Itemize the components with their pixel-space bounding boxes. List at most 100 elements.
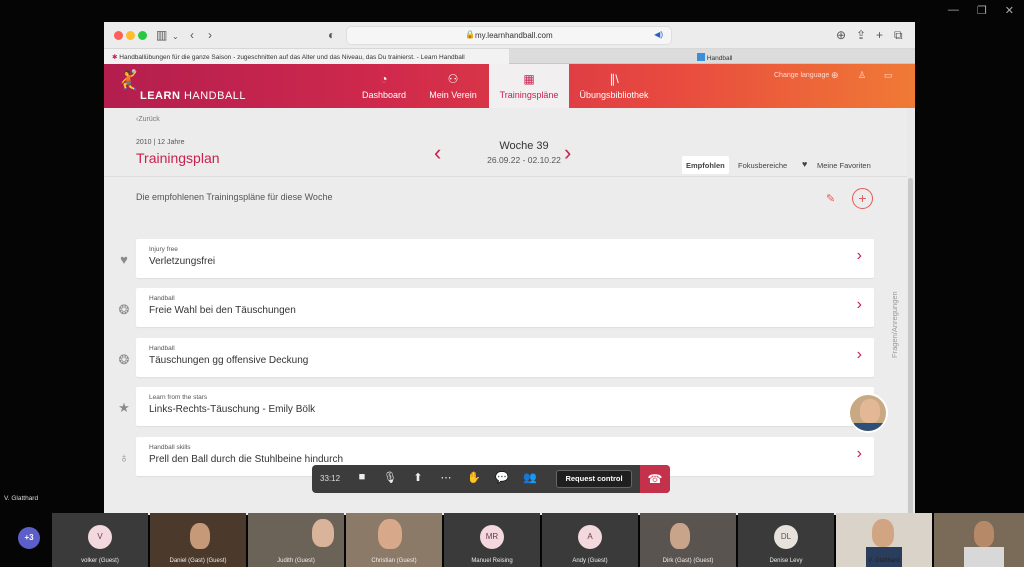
plan-card[interactable]: Handball Täuschungen gg offensive Deckun… bbox=[136, 338, 874, 377]
tab-bar: ✱ Handballübungen für die ganze Saison -… bbox=[104, 49, 915, 64]
heart-pulse-icon: ♥ bbox=[120, 252, 128, 267]
sidebar-icon[interactable]: ▥ bbox=[156, 28, 167, 42]
share-icon[interactable]: ⇪ bbox=[856, 28, 866, 42]
participant-name: volker (Guest) bbox=[81, 558, 119, 564]
training-plan-page: ‹Zurück 2010 | 12 Jahre Trainingsplan ‹ … bbox=[104, 108, 913, 515]
medal-icon: ♁ bbox=[119, 450, 129, 465]
back-icon[interactable]: ‹ bbox=[190, 28, 194, 42]
participant-tile[interactable]: V volker (Guest) bbox=[52, 513, 148, 567]
site-header: 🤾 LEARN HANDBALL ◔ Dashboard ⚇ Mein Vere… bbox=[104, 64, 915, 108]
participants-icon[interactable]: 👥 bbox=[520, 471, 540, 484]
favicon-icon bbox=[697, 53, 705, 61]
intro-text: Die empfohlenen Trainingspläne für diese… bbox=[136, 192, 333, 202]
message-icon[interactable]: ▭ bbox=[884, 70, 893, 81]
more-participants-button[interactable]: +3 bbox=[18, 527, 40, 549]
plan-card[interactable]: Learn from the stars Links-Rechts-Täusch… bbox=[136, 387, 874, 426]
self-name-label: V. Glatthard bbox=[4, 495, 39, 502]
participant-tile[interactable]: Judith (Guest) bbox=[248, 513, 344, 567]
share-screen-icon[interactable]: ⬆ bbox=[408, 471, 428, 484]
camera-icon[interactable]: ■ bbox=[352, 471, 372, 483]
nav-trainingsplaene[interactable]: ▦ Trainingspläne bbox=[489, 64, 569, 108]
forward-icon[interactable]: › bbox=[208, 28, 212, 42]
chevron-right-icon[interactable]: › bbox=[857, 296, 862, 314]
scrollbar[interactable] bbox=[908, 178, 913, 515]
nav-mein-verein[interactable]: ⚇ Mein Verein bbox=[422, 64, 484, 108]
call-control-bar: 33:12 ■ 🎙 ⬆ ⋯ ✋ 💬 👥 Request control ☎ bbox=[312, 465, 670, 493]
tab-fokusbereiche[interactable]: Fokusbereiche bbox=[734, 156, 791, 174]
heart-icon: ♥ bbox=[802, 159, 808, 169]
gauge-icon: ◔ bbox=[380, 72, 388, 86]
zoom-window-button[interactable] bbox=[138, 31, 147, 40]
more-options-icon[interactable]: ⋯ bbox=[436, 471, 456, 484]
participant-name: Christian (Guest) bbox=[371, 558, 417, 564]
address-bar[interactable]: 🔒 my.learnhandball.com ◀) bbox=[346, 26, 672, 45]
avatar: DL bbox=[774, 525, 798, 549]
teams-meeting-window: — ❐ ✕ ▥ ⌄ ‹ › ◐ 🔒 my.learnhandball.com ◀… bbox=[0, 0, 1024, 567]
new-tab-icon[interactable]: + bbox=[876, 28, 883, 42]
card-category: Injury free bbox=[149, 246, 178, 253]
microphone-icon[interactable]: 🎙 bbox=[380, 471, 400, 484]
chevron-right-icon[interactable]: › bbox=[857, 445, 862, 463]
tab-overview-icon[interactable]: ⧉ bbox=[894, 28, 903, 42]
participant-tile[interactable]: Christian (Guest) bbox=[346, 513, 442, 567]
url-text: my.learnhandball.com bbox=[475, 31, 553, 40]
add-plan-button[interactable]: + bbox=[852, 188, 873, 209]
minimize-icon[interactable]: — bbox=[948, 4, 959, 17]
card-category: Handball bbox=[149, 295, 175, 302]
participant-tile[interactable]: DL Denise Levy bbox=[738, 513, 834, 567]
back-label: Zurück bbox=[138, 116, 160, 123]
browser-titlebar: ▥ ⌄ ‹ › ◐ 🔒 my.learnhandball.com ◀) ⊕ ⇪ … bbox=[104, 22, 915, 49]
participant-name: V. Glatthard bbox=[868, 558, 900, 564]
participant-shirt bbox=[866, 547, 902, 567]
chevron-right-icon[interactable]: › bbox=[857, 346, 862, 364]
participant-tile[interactable]: MR Manuel Reising bbox=[444, 513, 540, 567]
close-window-button[interactable] bbox=[114, 31, 123, 40]
chat-icon[interactable]: 💬 bbox=[492, 471, 512, 484]
card-title: Verletzungsfrei bbox=[149, 256, 216, 267]
feedback-tab[interactable]: Fragen/Anregungen bbox=[890, 291, 899, 358]
calendar-icon: ▦ bbox=[523, 72, 535, 86]
participant-tile[interactable]: A Andy (Guest) bbox=[542, 513, 638, 567]
close-icon[interactable]: ✕ bbox=[1005, 4, 1014, 17]
presenter-shirt bbox=[854, 423, 886, 431]
nav-uebungsbibliothek[interactable]: ∥\ Übungsbibliothek bbox=[576, 64, 652, 108]
previous-week-button[interactable]: ‹ bbox=[434, 142, 441, 164]
plan-card[interactable]: Injury free Verletzungsfrei › bbox=[136, 239, 874, 278]
globe-icon[interactable]: ⊕ bbox=[831, 70, 839, 81]
request-control-button[interactable]: Request control bbox=[556, 470, 632, 488]
nav-label: Dashboard bbox=[361, 90, 407, 100]
participant-tile[interactable]: Dirk (Gast) (Guest) bbox=[640, 513, 736, 567]
user-icon[interactable]: ♙ bbox=[858, 70, 866, 81]
hang-up-button[interactable]: ☎ bbox=[640, 465, 670, 493]
participant-tile[interactable] bbox=[934, 513, 1024, 567]
star-icon: ★ bbox=[118, 400, 130, 415]
minimize-window-button[interactable] bbox=[126, 31, 135, 40]
tab-meine-favoriten[interactable]: Meine Favoriten bbox=[813, 156, 875, 174]
back-link[interactable]: ‹Zurück bbox=[136, 116, 160, 123]
chevron-right-icon[interactable]: › bbox=[857, 247, 862, 265]
participant-name: Dirk (Gast) (Guest) bbox=[662, 558, 714, 564]
next-week-button[interactable]: › bbox=[564, 142, 571, 164]
download-icon[interactable]: ⊕ bbox=[836, 28, 846, 42]
change-language-link[interactable]: Change language bbox=[774, 72, 829, 79]
chevron-down-icon[interactable]: ⌄ bbox=[172, 30, 179, 44]
plan-card[interactable]: Handball Freie Wahl bei den Täuschungen … bbox=[136, 288, 874, 327]
team-icon: ⚇ bbox=[447, 72, 459, 86]
tab-learnhandball[interactable]: ✱ Handballübungen für die ganze Saison -… bbox=[104, 49, 509, 64]
divider bbox=[104, 176, 907, 177]
participant-tile[interactable]: Daniel (Gast) (Guest) bbox=[150, 513, 246, 567]
tab-empfohlen[interactable]: Empfohlen bbox=[682, 156, 729, 174]
maximize-icon[interactable]: ❐ bbox=[977, 4, 987, 17]
tab-handball[interactable]: Handball bbox=[689, 49, 889, 64]
card-category: Learn from the stars bbox=[149, 394, 208, 401]
logo-text-bold: LEARN bbox=[140, 90, 181, 102]
nav-dashboard[interactable]: ◔ Dashboard bbox=[356, 64, 412, 108]
participant-video bbox=[974, 521, 994, 547]
avatar: V bbox=[88, 525, 112, 549]
audio-icon[interactable]: ◀) bbox=[654, 30, 663, 39]
raise-hand-icon[interactable]: ✋ bbox=[464, 471, 484, 484]
participant-tile[interactable]: V. Glatthard bbox=[836, 513, 932, 567]
shield-icon: ◐ bbox=[328, 28, 336, 42]
handball-player-icon: 🤾 bbox=[116, 70, 142, 92]
edit-icon[interactable]: ✎ bbox=[826, 192, 835, 205]
